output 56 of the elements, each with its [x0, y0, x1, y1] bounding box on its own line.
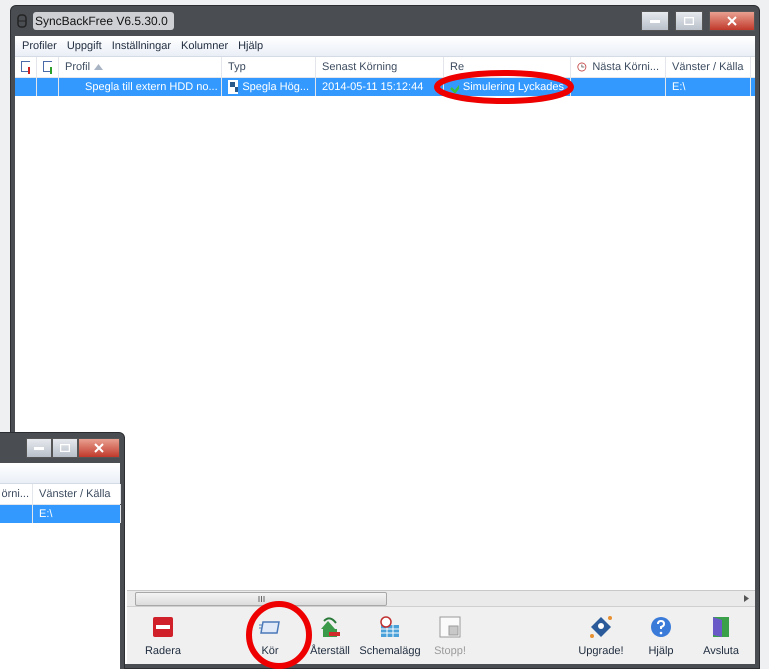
table-cell: E:\ [39, 508, 52, 520]
window-icon [438, 614, 462, 638]
restore-icon [318, 614, 342, 638]
sort-ascending-icon [94, 64, 104, 70]
help-icon [649, 614, 673, 638]
diamond-icon [589, 614, 613, 638]
toolbar-button[interactable]: Radera [133, 607, 193, 664]
calendar-clock-icon [378, 614, 402, 638]
column-header[interactable]: Typ [222, 57, 316, 77]
menu-item[interactable]: Profiler [17, 40, 62, 52]
column-header[interactable]: Senast Körning [316, 57, 444, 77]
close-icon [727, 16, 737, 26]
table-cell: 2014-05-11 15:12:44 [322, 81, 424, 93]
maximize-icon [684, 17, 694, 25]
column-header[interactable]: Re [444, 57, 571, 77]
grip-icon [258, 596, 264, 602]
maximize-button[interactable] [52, 438, 78, 458]
minimize-icon [650, 20, 660, 22]
toolbar-button[interactable]: Återställ [300, 607, 360, 664]
delete-icon [151, 614, 175, 638]
scroll-right-icon[interactable] [744, 595, 749, 602]
clock-icon [577, 61, 588, 73]
annotation-circle [246, 601, 312, 669]
minimize-button[interactable] [26, 438, 52, 458]
maximize-icon [60, 444, 70, 452]
column-header[interactable]: Vänster / Källa [666, 57, 751, 77]
column-header[interactable]: Vänster / Källa [33, 484, 121, 504]
toolbar-button[interactable]: Schemalägg [360, 607, 420, 664]
window-remove-icon[interactable] [21, 60, 30, 74]
menu-item[interactable]: Hjälp [233, 40, 268, 52]
menu-item[interactable]: Uppgift [62, 40, 107, 52]
toolbar-button[interactable]: Kör [240, 607, 300, 664]
column-header[interactable]: Nästa Körni... [571, 57, 666, 77]
table-cell: Spegla till extern HDD no... [85, 81, 218, 93]
column-header[interactable]: örni... [0, 484, 33, 504]
close-icon [94, 443, 104, 453]
window-title: SyncBackFree V6.5.30.0 [33, 12, 174, 30]
minimize-icon [34, 446, 44, 450]
column-header[interactable]: Profil [59, 57, 222, 77]
minimize-button[interactable] [641, 11, 669, 31]
close-button[interactable] [709, 11, 755, 31]
app-icon [17, 14, 27, 28]
toolbar-button[interactable]: Upgrade! [571, 607, 631, 664]
sync-type-icon [228, 80, 238, 94]
window-add-icon[interactable] [43, 60, 52, 74]
toolbar-button[interactable]: Avsluta [691, 607, 751, 664]
close-button[interactable] [78, 438, 120, 458]
table-cell: Spegla Hög... [242, 81, 309, 93]
toolbar-button[interactable]: Hjälp [631, 607, 691, 664]
horizontal-scrollbar[interactable] [127, 590, 755, 606]
menu-item[interactable]: Kolumner [176, 40, 234, 52]
maximize-button[interactable] [675, 11, 703, 31]
menu-item[interactable]: Inställningar [106, 40, 176, 52]
table-cell: Simulering Lyckades [462, 81, 564, 93]
table-cell: E:\ [672, 81, 686, 93]
scrollbar-thumb[interactable] [135, 592, 387, 606]
